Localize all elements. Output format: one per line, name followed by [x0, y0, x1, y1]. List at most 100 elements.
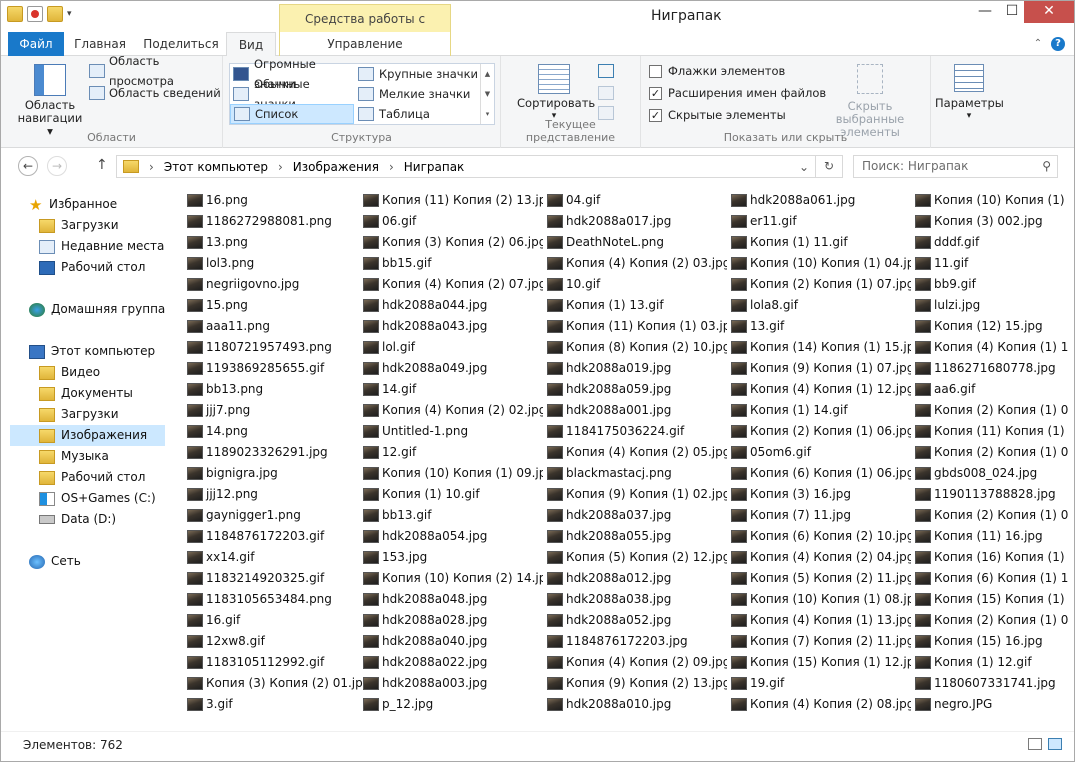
file-item[interactable]: 12xw8.gif	[187, 631, 367, 652]
breadcrumb-this-pc[interactable]: Этот компьютер	[164, 160, 268, 174]
file-item[interactable]: 19.gif	[731, 673, 911, 694]
file-item[interactable]: 15.png	[187, 295, 367, 316]
file-item[interactable]: dddf.gif	[915, 232, 1069, 253]
file-item[interactable]: 05om6.gif	[731, 442, 911, 463]
file-item[interactable]: Копия (15) Копия (1) 12.jpg	[731, 652, 911, 673]
forward-button[interactable]: →	[47, 156, 67, 176]
file-item[interactable]: hdk2088a003.jpg	[363, 673, 543, 694]
file-item[interactable]: Копия (9) Копия (1) 02.jpg	[547, 484, 727, 505]
customize-toolbar-icon[interactable]: ▾	[67, 9, 72, 19]
file-item[interactable]: bb13.gif	[363, 505, 543, 526]
file-item[interactable]: Копия (4) Копия (2) 09.jpg	[547, 652, 727, 673]
file-item[interactable]: lol3.png	[187, 253, 367, 274]
file-item[interactable]: Копия (1) 12.gif	[915, 652, 1069, 673]
layout-small-icons[interactable]: Мелкие значки	[355, 84, 479, 104]
sort-by-button[interactable]: Сортировать ▾	[517, 64, 595, 123]
file-item[interactable]: Копия (10) Копия (1) 04.jpg	[731, 253, 911, 274]
file-item[interactable]: hdk2088a054.jpg	[363, 526, 543, 547]
close-button[interactable]: ✕	[1024, 1, 1074, 23]
file-item[interactable]: 1186271680778.jpg	[915, 358, 1069, 379]
file-item[interactable]: hdk2088a012.jpg	[547, 568, 727, 589]
file-item[interactable]: Копия (5) Копия (2) 11.jpg	[731, 568, 911, 589]
file-item[interactable]: hdk2088a037.jpg	[547, 505, 727, 526]
file-item[interactable]: Копия (1) 13.gif	[547, 295, 727, 316]
file-item[interactable]: aaa11.png	[187, 316, 367, 337]
file-item[interactable]: Копия (4) Копия (1) 10.jpg	[915, 337, 1069, 358]
tab-file[interactable]: Файл	[8, 32, 64, 56]
navigation-pane-button[interactable]: Область навигации ▾	[13, 64, 87, 138]
file-item[interactable]: lol.gif	[363, 337, 543, 358]
tab-manage[interactable]: Управление	[279, 32, 451, 56]
file-item[interactable]: Копия (3) 002.jpg	[915, 211, 1069, 232]
nav-this-pc[interactable]: Этот компьютер	[29, 341, 184, 362]
file-item[interactable]: hdk2088a059.jpg	[547, 379, 727, 400]
file-item[interactable]: Копия (1) 10.gif	[363, 484, 543, 505]
file-item[interactable]: 13.png	[187, 232, 367, 253]
file-item[interactable]: Копия (3) Копия (2) 01.jpg	[187, 673, 367, 694]
up-button[interactable]: ↑	[96, 157, 108, 173]
details-view-icon[interactable]	[1028, 738, 1042, 750]
file-item[interactable]: Копия (10) Копия (1) 09.jpg	[363, 463, 543, 484]
file-item[interactable]: hdk2088a048.jpg	[363, 589, 543, 610]
file-item[interactable]: 1184876172203.gif	[187, 526, 367, 547]
file-item[interactable]: er11.gif	[731, 211, 911, 232]
maximize-button[interactable]: ☐	[1000, 1, 1024, 23]
nav-downloads-pc[interactable]: Загрузки	[39, 404, 194, 425]
properties-icon[interactable]	[27, 6, 43, 22]
search-input[interactable]: Поиск: Ниграпак ⚲	[853, 155, 1058, 178]
file-item[interactable]: gaynigger1.png	[187, 505, 367, 526]
file-item[interactable]: Копия (1) 14.gif	[731, 400, 911, 421]
file-item[interactable]: Копия (2) Копия (1) 05.jpg	[915, 400, 1069, 421]
file-item[interactable]: Копия (11) Копия (2) 13.jpg	[363, 190, 543, 211]
back-button[interactable]: ←	[18, 156, 38, 176]
file-item[interactable]: blackmastacj.png	[547, 463, 727, 484]
address-box[interactable]: › Этот компьютер › Изображения › Ниграпа…	[116, 155, 816, 178]
item-checkboxes-checkbox[interactable]	[649, 64, 662, 78]
file-item[interactable]: jjj12.png	[187, 484, 367, 505]
file-item[interactable]: 1180721957493.png	[187, 337, 367, 358]
file-item[interactable]: hdk2088a010.jpg	[547, 694, 727, 715]
chevron-up-icon[interactable]: ⌃	[1031, 37, 1045, 51]
file-item[interactable]: lulzi.jpg	[915, 295, 1069, 316]
file-item[interactable]: 1190113788828.jpg	[915, 484, 1069, 505]
file-item[interactable]: 1180607331741.jpg	[915, 673, 1069, 694]
breadcrumb-current[interactable]: Ниграпак	[404, 160, 465, 174]
file-item[interactable]: Копия (8) Копия (2) 10.jpg	[547, 337, 727, 358]
nav-pictures[interactable]: Изображения	[10, 425, 165, 446]
file-item[interactable]: hdk2088a038.jpg	[547, 589, 727, 610]
file-item[interactable]: hdk2088a061.jpg	[731, 190, 911, 211]
hide-selected-items-button[interactable]: Скрыть выбранные элементы	[815, 64, 925, 139]
file-item[interactable]: Копия (2) Копия (1) 07.jpg	[731, 274, 911, 295]
file-item[interactable]: hdk2088a001.jpg	[547, 400, 727, 421]
nav-homegroup[interactable]: Домашняя группа	[29, 299, 184, 320]
options-button[interactable]: Параметры ▾	[935, 64, 1004, 123]
file-item[interactable]: 14.png	[187, 421, 367, 442]
file-item[interactable]: Копия (2) Копия (1) 04.jpg	[915, 610, 1069, 631]
file-item[interactable]: hdk2088a022.jpg	[363, 652, 543, 673]
file-item[interactable]: Копия (2) Копия (1) 01.jpg	[915, 442, 1069, 463]
folder-icon[interactable]	[7, 6, 23, 22]
file-item[interactable]: Копия (11) 16.jpg	[915, 526, 1069, 547]
file-item[interactable]: 16.gif	[187, 610, 367, 631]
nav-desktop[interactable]: Рабочий стол	[39, 257, 194, 278]
file-item[interactable]: hdk2088a019.jpg	[547, 358, 727, 379]
refresh-button[interactable]: ↻	[816, 155, 843, 178]
item-checkboxes-toggle[interactable]: Флажки элементов	[649, 61, 785, 81]
file-item[interactable]: bb13.png	[187, 379, 367, 400]
nav-downloads[interactable]: Загрузки	[39, 215, 194, 236]
file-item[interactable]: negriigovno.jpg	[187, 274, 367, 295]
file-item[interactable]: Копия (7) 11.jpg	[731, 505, 911, 526]
file-item[interactable]: Копия (10) Копия (2) 14.jpg	[363, 568, 543, 589]
file-item[interactable]: bb15.gif	[363, 253, 543, 274]
file-item[interactable]: hdk2088a043.jpg	[363, 316, 543, 337]
file-item[interactable]: DeathNoteL.png	[547, 232, 727, 253]
file-item[interactable]: Копия (16) Копия (1) 14.jpg	[915, 547, 1069, 568]
file-item[interactable]: hdk2088a040.jpg	[363, 631, 543, 652]
file-item[interactable]: xx14.gif	[187, 547, 367, 568]
file-item[interactable]: bb9.gif	[915, 274, 1069, 295]
file-item[interactable]: Копия (11) Копия (1) 03.jpg	[547, 316, 727, 337]
file-item[interactable]: 11.gif	[915, 253, 1069, 274]
file-item[interactable]: Копия (4) Копия (2) 02.jpg	[363, 400, 543, 421]
file-item[interactable]: Копия (3) 16.jpg	[731, 484, 911, 505]
group-by-icon[interactable]	[598, 64, 614, 78]
